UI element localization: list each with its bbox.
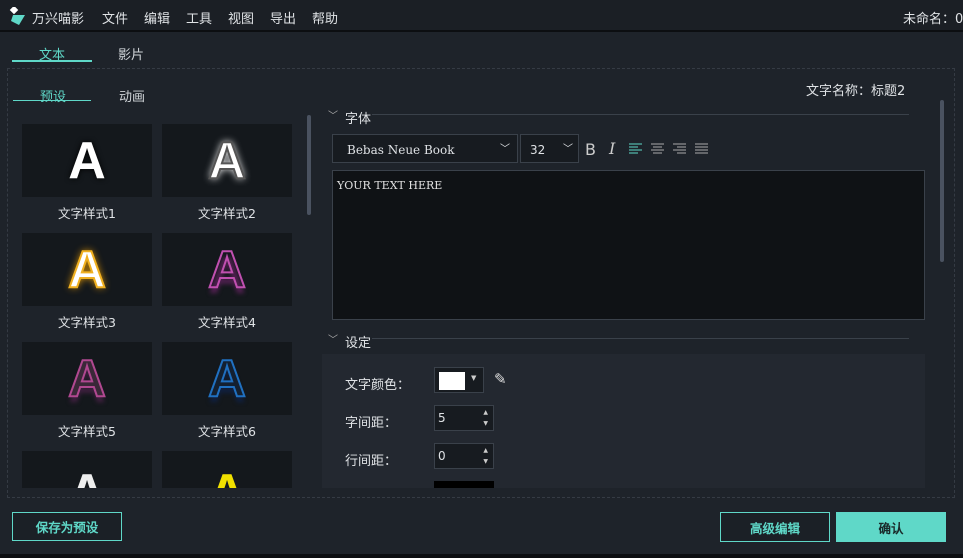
style-label: 文字样式1 [58,206,116,221]
style-item[interactable]: A 文字样式4 [162,233,292,331]
subtab-active-indicator [13,100,91,101]
settings-scrollbar[interactable] [940,100,944,262]
align-right-icon[interactable] [673,143,686,154]
eyedropper-icon[interactable]: ✎ [494,370,507,388]
increment-icon[interactable]: ▲ [483,409,488,416]
menu-tools[interactable]: 工具 [186,8,212,27]
tab-active-indicator [12,60,92,62]
text-name-label: 文字名称：标题2 [806,84,906,99]
letter-spacing-stepper[interactable]: 5 ▲ ▼ [434,405,494,431]
text-color-label: 文字颜色： [345,378,411,393]
menu-help[interactable]: 帮助 [312,8,338,27]
style-thumbnail: A [22,233,152,306]
chevron-down-icon: ﹀ [500,144,510,155]
style-thumbnail: A [162,451,292,488]
alignment-buttons [629,143,708,154]
align-center-icon[interactable] [651,143,664,154]
style-thumbnail: A [162,233,292,306]
decrement-icon[interactable]: ▼ [483,458,488,465]
app-name: 万兴喵影 [32,12,85,27]
style-item[interactable]: A [22,451,152,488]
style-item[interactable]: A [162,451,292,488]
menu-view[interactable]: 视图 [228,8,254,27]
menu-edit[interactable]: 编辑 [144,8,170,27]
style-thumbnail: A [162,124,292,197]
align-left-icon[interactable] [629,143,642,154]
font-family-select[interactable]: Bebas Neue Book ﹀ [332,134,518,163]
style-thumbnail: A [22,342,152,415]
line-spacing-value: 0 [438,449,446,463]
preset-scrollbar[interactable] [307,115,311,215]
align-justify-icon[interactable] [695,143,708,154]
chevron-down-icon[interactable]: ﹀ [328,331,338,346]
style-item[interactable]: A 文字样式1 [22,124,152,222]
style-thumbnail: A [22,124,152,197]
subtab-animation[interactable]: 动画 [119,86,145,105]
letter-spacing-label: 字间距： [345,416,398,431]
letter-spacing-value: 5 [438,411,446,425]
font-section-title: 字体 [345,112,372,127]
style-label: 文字样式4 [198,315,256,330]
decrement-icon[interactable]: ▼ [483,420,488,427]
next-setting-control[interactable] [434,481,494,488]
subtab-presets[interactable]: 预设 [40,86,66,105]
font-family-value: Bebas Neue Book [347,143,455,157]
style-item[interactable]: A 文字样式6 [162,342,292,440]
settings-panel: 文字颜色： ▼ ✎ 字间距： 5 ▲ ▼ 行间距： 0 ▲ ▼ [322,354,925,488]
advanced-edit-button[interactable]: 高级编辑 [720,512,830,542]
menu-export[interactable]: 导出 [270,8,296,27]
chevron-down-icon[interactable]: ﹀ [328,107,338,122]
bold-button[interactable]: B [585,140,596,159]
style-label: 文字样式6 [198,424,256,439]
style-item[interactable]: A 文字样式3 [22,233,152,331]
confirm-button[interactable]: 确认 [836,512,946,542]
line-spacing-label: 行间距： [345,454,398,469]
menu-bar: 万兴喵影 文件 编辑 工具 视图 导出 帮助 未命名：0 [0,0,963,32]
app-logo-icon [9,7,25,25]
settings-section-title: 设定 [345,336,372,351]
window-bottom-border [0,554,963,558]
font-size-select[interactable]: 32 ﹀ [520,134,579,163]
save-preset-button[interactable]: 保存为预设 [12,512,122,541]
style-label: 文字样式2 [198,206,256,221]
chevron-down-icon: ﹀ [563,144,573,155]
style-item[interactable]: A 文字样式5 [22,342,152,440]
text-content-input[interactable]: YOUR TEXT HERE [332,170,925,320]
caret-down-icon: ▼ [471,374,477,382]
italic-button[interactable]: I [609,139,615,158]
style-label: 文字样式3 [58,315,116,330]
increment-icon[interactable]: ▲ [483,447,488,454]
menu-file[interactable]: 文件 [102,8,128,27]
style-label: 文字样式5 [58,424,116,439]
preset-grid: A 文字样式1 A 文字样式2 A 文字样式3 A 文字样式4 A 文字样式5 A 文字样式… [8,110,316,488]
font-size-value: 32 [530,143,546,157]
color-swatch [439,372,465,390]
style-thumbnail: A [22,451,152,488]
divider [372,114,909,115]
divider [372,338,909,339]
tab-video[interactable]: 影片 [118,44,144,63]
style-thumbnail: A [162,342,292,415]
line-spacing-stepper[interactable]: 0 ▲ ▼ [434,443,494,469]
style-item[interactable]: A 文字样式2 [162,124,292,222]
document-title: 未命名：0 [903,12,963,27]
text-color-picker[interactable]: ▼ [434,367,484,393]
